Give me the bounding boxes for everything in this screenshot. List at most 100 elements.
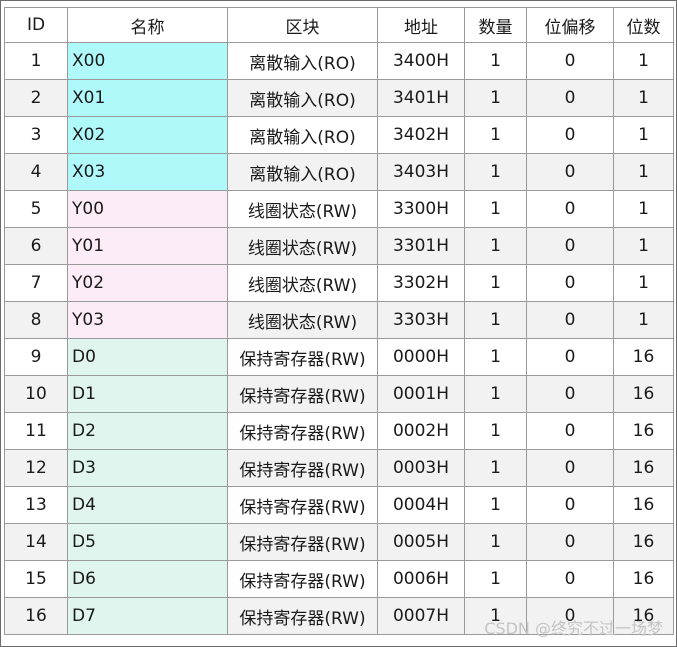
- cell-block: 保持寄存器(RW): [227, 560, 378, 598]
- cell-offset: 0: [526, 264, 614, 302]
- cell-id: 1: [4, 42, 68, 80]
- cell-addr: 0005H: [377, 523, 465, 561]
- cell-bits: 16: [613, 449, 674, 487]
- cell-qty: 1: [464, 79, 527, 117]
- header-id: ID: [4, 7, 68, 43]
- table-row: 15 D6 保持寄存器(RW) 0006H 1 0 16: [4, 560, 674, 598]
- cell-addr: 0006H: [377, 560, 465, 598]
- cell-block: 线圈状态(RW): [227, 227, 378, 265]
- header-row: ID 名称 区块 地址 数量 位偏移 位数: [4, 7, 674, 43]
- cell-block: 线圈状态(RW): [227, 190, 378, 228]
- cell-bits: 16: [613, 338, 674, 376]
- table-row: 5 Y00 线圈状态(RW) 3300H 1 0 1: [4, 190, 674, 228]
- cell-name: X01: [67, 79, 228, 117]
- cell-bits: 1: [613, 227, 674, 265]
- table-row: 16 D7 保持寄存器(RW) 0007H 1 0 16: [4, 597, 674, 635]
- cell-addr: 3402H: [377, 116, 465, 154]
- cell-bits: 1: [613, 264, 674, 302]
- table-row: 10 D1 保持寄存器(RW) 0001H 1 0 16: [4, 375, 674, 413]
- header-qty: 数量: [464, 7, 527, 43]
- cell-block: 保持寄存器(RW): [227, 449, 378, 487]
- cell-qty: 1: [464, 42, 527, 80]
- cell-offset: 0: [526, 153, 614, 191]
- cell-block: 离散输入(RO): [227, 116, 378, 154]
- cell-block: 保持寄存器(RW): [227, 486, 378, 524]
- cell-addr: 0007H: [377, 597, 465, 635]
- cell-id: 2: [4, 79, 68, 117]
- cell-bits: 16: [613, 597, 674, 635]
- cell-name: D4: [67, 486, 228, 524]
- cell-id: 5: [4, 190, 68, 228]
- cell-qty: 1: [464, 449, 527, 487]
- cell-id: 13: [4, 486, 68, 524]
- table-frame: ID 名称 区块 地址 数量 位偏移 位数 1 X00 离散输入(RO) 3400H 1…: [0, 0, 677, 647]
- table-row: 2 X01 离散输入(RO) 3401H 1 0 1: [4, 79, 674, 117]
- cell-id: 14: [4, 523, 68, 561]
- table-row: 7 Y02 线圈状态(RW) 3302H 1 0 1: [4, 264, 674, 302]
- cell-qty: 1: [464, 597, 527, 635]
- cell-addr: 3302H: [377, 264, 465, 302]
- cell-offset: 0: [526, 523, 614, 561]
- cell-offset: 0: [526, 449, 614, 487]
- cell-id: 11: [4, 412, 68, 450]
- cell-qty: 1: [464, 486, 527, 524]
- cell-bits: 16: [613, 523, 674, 561]
- cell-name: X03: [67, 153, 228, 191]
- cell-addr: 0002H: [377, 412, 465, 450]
- table-row: 9 D0 保持寄存器(RW) 0000H 1 0 16: [4, 338, 674, 376]
- cell-bits: 16: [613, 560, 674, 598]
- table-row: 3 X02 离散输入(RO) 3402H 1 0 1: [4, 116, 674, 154]
- cell-offset: 0: [526, 190, 614, 228]
- cell-qty: 1: [464, 190, 527, 228]
- cell-qty: 1: [464, 153, 527, 191]
- table-row: 6 Y01 线圈状态(RW) 3301H 1 0 1: [4, 227, 674, 265]
- cell-block: 保持寄存器(RW): [227, 375, 378, 413]
- cell-id: 6: [4, 227, 68, 265]
- cell-bits: 1: [613, 116, 674, 154]
- cell-offset: 0: [526, 486, 614, 524]
- cell-id: 10: [4, 375, 68, 413]
- cell-block: 线圈状态(RW): [227, 264, 378, 302]
- cell-name: D3: [67, 449, 228, 487]
- cell-offset: 0: [526, 79, 614, 117]
- cell-addr: 3401H: [377, 79, 465, 117]
- cell-bits: 1: [613, 190, 674, 228]
- cell-qty: 1: [464, 227, 527, 265]
- cell-id: 16: [4, 597, 68, 635]
- cell-block: 线圈状态(RW): [227, 301, 378, 339]
- cell-addr: 3403H: [377, 153, 465, 191]
- cell-qty: 1: [464, 375, 527, 413]
- cell-name: Y03: [67, 301, 228, 339]
- header-offset: 位偏移: [526, 7, 614, 43]
- cell-id: 4: [4, 153, 68, 191]
- cell-offset: 0: [526, 597, 614, 635]
- cell-name: Y02: [67, 264, 228, 302]
- cell-bits: 16: [613, 486, 674, 524]
- table-row: 11 D2 保持寄存器(RW) 0002H 1 0 16: [4, 412, 674, 450]
- cell-block: 保持寄存器(RW): [227, 523, 378, 561]
- table-body: 1 X00 离散输入(RO) 3400H 1 0 1 2 X01 离散输入(RO) 3401H 1 0 1…: [4, 42, 674, 635]
- cell-block: 离散输入(RO): [227, 79, 378, 117]
- cell-addr: 3400H: [377, 42, 465, 80]
- cell-id: 12: [4, 449, 68, 487]
- cell-offset: 0: [526, 301, 614, 339]
- cell-addr: 0004H: [377, 486, 465, 524]
- cell-addr: 0000H: [377, 338, 465, 376]
- cell-qty: 1: [464, 301, 527, 339]
- cell-qty: 1: [464, 264, 527, 302]
- cell-id: 9: [4, 338, 68, 376]
- cell-offset: 0: [526, 42, 614, 80]
- cell-name: X02: [67, 116, 228, 154]
- cell-bits: 1: [613, 79, 674, 117]
- cell-name: X00: [67, 42, 228, 80]
- cell-id: 15: [4, 560, 68, 598]
- cell-id: 7: [4, 264, 68, 302]
- cell-qty: 1: [464, 116, 527, 154]
- cell-addr: 0003H: [377, 449, 465, 487]
- cell-name: D0: [67, 338, 228, 376]
- cell-addr: 3303H: [377, 301, 465, 339]
- cell-block: 保持寄存器(RW): [227, 597, 378, 635]
- cell-bits: 1: [613, 42, 674, 80]
- cell-block: 离散输入(RO): [227, 153, 378, 191]
- cell-name: Y00: [67, 190, 228, 228]
